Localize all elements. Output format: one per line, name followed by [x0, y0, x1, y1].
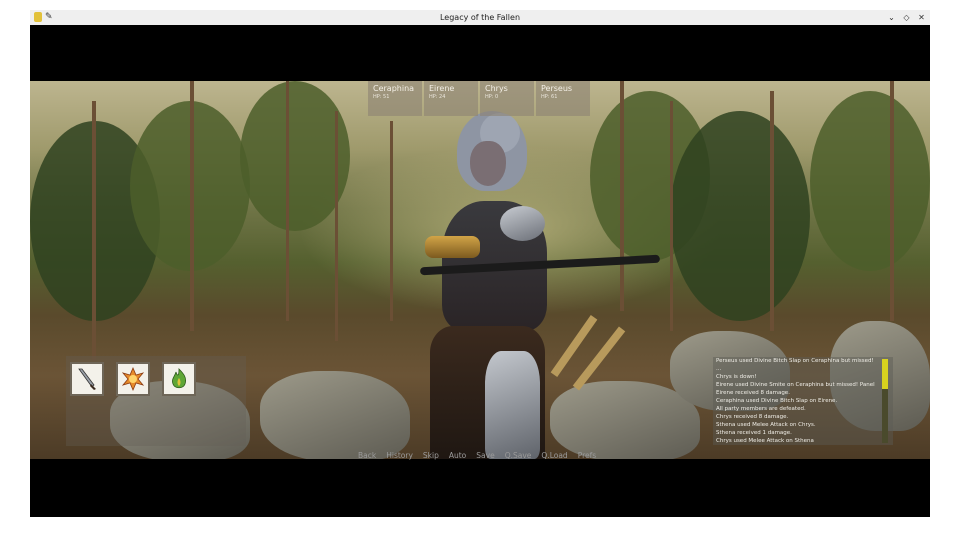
- tree-trunk: [620, 81, 624, 311]
- maximize-icon[interactable]: ◇: [902, 11, 911, 24]
- window-controls: ⌄ ◇ ✕: [887, 11, 926, 24]
- log-line: Sthena received 1 damage.: [716, 430, 792, 436]
- skill-bar: [66, 356, 246, 446]
- rock: [260, 371, 410, 459]
- history-button[interactable]: History: [386, 451, 413, 461]
- quick-menu: Back History Skip Auto Save Q.Save Q.Loa…: [358, 451, 596, 461]
- log-line: Perseus used Divine Bitch Slap on Ceraph…: [716, 358, 874, 364]
- tree-trunk: [770, 91, 774, 331]
- battle-log-scrollbar-thumb[interactable]: [882, 359, 888, 389]
- party-member-chrys[interactable]: Chrys HP: 0: [480, 81, 534, 116]
- member-name: Eirene: [429, 84, 455, 93]
- character-face: [470, 141, 506, 186]
- skill-green-flame-button[interactable]: [162, 362, 196, 396]
- tree-foliage: [240, 81, 350, 231]
- log-line: Eirene used Divine Smite on Ceraphina bu…: [716, 382, 875, 388]
- log-line: Sthena used Melee Attack on Chrys.: [716, 422, 816, 428]
- tree-trunk: [92, 101, 96, 361]
- window-title: Legacy of the Fallen: [439, 13, 521, 22]
- member-name: Perseus: [541, 84, 573, 93]
- tree-foliage: [670, 111, 810, 321]
- tree-trunk: [286, 81, 289, 321]
- party-member-perseus[interactable]: Perseus HP: 61: [536, 81, 590, 116]
- preferences-button[interactable]: Prefs: [578, 451, 596, 461]
- log-line: Eirene received 8 damage.: [716, 390, 790, 396]
- log-line: Chrys used Melee Attack on Sthena: [716, 438, 814, 444]
- skip-button[interactable]: Skip: [423, 451, 439, 461]
- tree-trunk: [670, 101, 673, 331]
- log-line: Chrys is down!: [716, 374, 757, 380]
- window-titlebar: ✎ Legacy of the Fallen ⌄ ◇ ✕: [30, 10, 930, 26]
- member-hp: HP: 0: [485, 94, 499, 100]
- game-viewport: Ceraphina HP: 51 Eirene HP: 24 Chrys HP:…: [30, 25, 930, 517]
- quick-save-button[interactable]: Q.Save: [505, 451, 532, 461]
- fire-crest-icon: [121, 366, 145, 392]
- minimize-icon[interactable]: ⌄: [887, 11, 896, 24]
- party-member-ceraphina[interactable]: Ceraphina HP: 51: [368, 81, 422, 116]
- tree-trunk: [335, 111, 338, 341]
- battle-log[interactable]: Perseus used Divine Bitch Slap on Ceraph…: [713, 357, 893, 445]
- log-line: Chrys received 8 damage.: [716, 414, 789, 420]
- character-armor-greave: [485, 351, 540, 459]
- back-button[interactable]: Back: [358, 451, 376, 461]
- quick-load-button[interactable]: Q.Load: [541, 451, 567, 461]
- close-icon[interactable]: ✕: [917, 11, 926, 24]
- member-hp: HP: 51: [373, 94, 390, 100]
- save-button[interactable]: Save: [476, 451, 494, 461]
- party-status-bar: Ceraphina HP: 51 Eirene HP: 24 Chrys HP:…: [368, 81, 590, 116]
- tree-foliage: [810, 91, 930, 271]
- log-line: All party members are defeated.: [716, 406, 806, 412]
- character-armband: [425, 236, 480, 258]
- character-pauldron: [500, 206, 545, 241]
- member-hp: HP: 61: [541, 94, 558, 100]
- tree-trunk: [390, 121, 393, 321]
- log-line: ...: [716, 366, 722, 372]
- skill-dagger-button[interactable]: [70, 362, 104, 396]
- member-name: Ceraphina: [373, 84, 415, 93]
- member-hp: HP: 24: [429, 94, 446, 100]
- auto-button[interactable]: Auto: [449, 451, 466, 461]
- skill-fire-crest-button[interactable]: [116, 362, 150, 396]
- member-name: Chrys: [485, 84, 508, 93]
- tree-trunk: [890, 81, 894, 321]
- dagger-icon: [78, 368, 96, 390]
- tree-trunk: [190, 81, 194, 331]
- log-line: Ceraphina used Divine Bitch Slap on Eire…: [716, 398, 838, 404]
- party-member-eirene[interactable]: Eirene HP: 24: [424, 81, 478, 116]
- green-flame-icon: [172, 368, 187, 389]
